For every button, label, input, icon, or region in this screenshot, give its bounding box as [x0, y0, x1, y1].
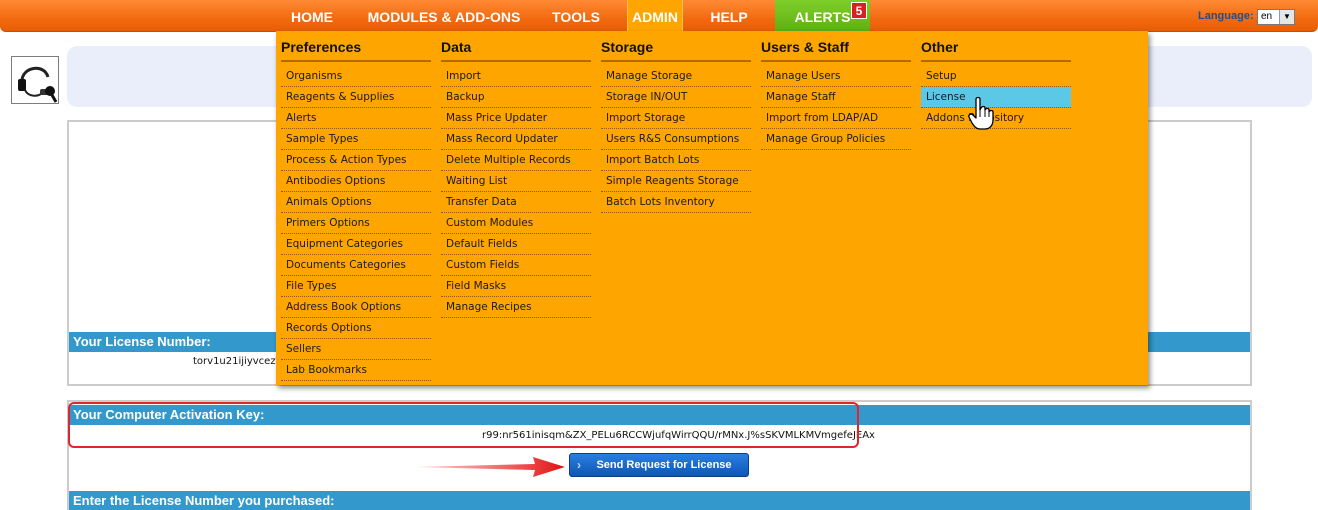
menu-heading-data: Data: [441, 39, 591, 62]
alerts-count-badge: 5: [851, 2, 867, 19]
enter-license-header: Enter the License Number you purchased:: [69, 491, 1250, 510]
top-nav-bar: HOME MODULES & ADD-ONS TOOLS ADMIN HELP …: [0, 0, 1318, 32]
menu-item-delete-multiple-records[interactable]: Delete Multiple Records: [441, 150, 591, 171]
menu-item-mass-price-updater[interactable]: Mass Price Updater: [441, 108, 591, 129]
menu-item-records-options[interactable]: Records Options: [281, 318, 431, 339]
language-select[interactable]: en ▼: [1257, 9, 1295, 25]
menu-item-field-masks[interactable]: Field Masks: [441, 276, 591, 297]
nav-modules-addons[interactable]: MODULES & ADD-ONS: [360, 0, 528, 32]
admin-dropdown-menu: Preferences Organisms Reagents & Supplie…: [276, 31, 1148, 385]
menu-item-custom-fields[interactable]: Custom Fields: [441, 255, 591, 276]
menu-item-manage-storage[interactable]: Manage Storage: [601, 66, 751, 87]
nav-home[interactable]: HOME: [284, 0, 340, 32]
menu-item-addons-repository[interactable]: Addons Repository: [921, 108, 1071, 129]
menu-item-organisms[interactable]: Organisms: [281, 66, 431, 87]
menu-item-setup[interactable]: Setup: [921, 66, 1071, 87]
menu-item-sample-types[interactable]: Sample Types: [281, 129, 431, 150]
nav-tools[interactable]: TOOLS: [546, 0, 606, 32]
hand-pointer-icon: [968, 96, 994, 130]
language-value: en: [1261, 11, 1273, 22]
menu-heading-users-staff: Users & Staff: [761, 39, 911, 62]
logo: [11, 56, 59, 104]
language-label: Language:: [1198, 10, 1254, 22]
license-number-value: torv1u21ijiyvcezV: [193, 356, 283, 367]
menu-item-users-rs-consumptions[interactable]: Users R&S Consumptions: [601, 129, 751, 150]
nav-admin[interactable]: ADMIN: [627, 0, 683, 32]
menu-item-reagents-supplies[interactable]: Reagents & Supplies: [281, 87, 431, 108]
menu-item-manage-staff[interactable]: Manage Staff: [761, 87, 911, 108]
menu-item-lab-bookmarks[interactable]: Lab Bookmarks: [281, 360, 431, 381]
menu-heading-preferences: Preferences: [281, 39, 431, 62]
menu-item-mass-record-updater[interactable]: Mass Record Updater: [441, 129, 591, 150]
menu-heading-storage: Storage: [601, 39, 751, 62]
nav-help[interactable]: HELP: [702, 0, 756, 32]
send-request-button[interactable]: › Send Request for License: [569, 453, 749, 477]
menu-item-manage-users[interactable]: Manage Users: [761, 66, 911, 87]
menu-item-manage-recipes[interactable]: Manage Recipes: [441, 297, 591, 318]
menu-item-custom-modules[interactable]: Custom Modules: [441, 213, 591, 234]
menu-item-simple-reagents-storage[interactable]: Simple Reagents Storage: [601, 171, 751, 192]
menu-item-alerts[interactable]: Alerts: [281, 108, 431, 129]
menu-item-import-ldap-ad[interactable]: Import from LDAP/AD: [761, 108, 911, 129]
menu-item-batch-lots-inventory[interactable]: Batch Lots Inventory: [601, 192, 751, 213]
send-request-label: Send Request for License: [596, 459, 732, 471]
menu-item-primers-options[interactable]: Primers Options: [281, 213, 431, 234]
menu-item-file-types[interactable]: File Types: [281, 276, 431, 297]
menu-item-import[interactable]: Import: [441, 66, 591, 87]
menu-heading-other: Other: [921, 39, 1071, 62]
menu-item-import-batch-lots[interactable]: Import Batch Lots: [601, 150, 751, 171]
menu-item-equipment-categories[interactable]: Equipment Categories: [281, 234, 431, 255]
menu-item-backup[interactable]: Backup: [441, 87, 591, 108]
menu-item-default-fields[interactable]: Default Fields: [441, 234, 591, 255]
menu-item-antibodies-options[interactable]: Antibodies Options: [281, 171, 431, 192]
menu-item-import-storage[interactable]: Import Storage: [601, 108, 751, 129]
menu-item-documents-categories[interactable]: Documents Categories: [281, 255, 431, 276]
menu-item-address-book-options[interactable]: Address Book Options: [281, 297, 431, 318]
menu-item-waiting-list[interactable]: Waiting List: [441, 171, 591, 192]
chevron-right-icon: ›: [577, 458, 581, 472]
red-arrow-annotation: [417, 457, 565, 477]
menu-item-sellers[interactable]: Sellers: [281, 339, 431, 360]
page: { "nav": { "home": "HOME", "modules": "M…: [0, 0, 1318, 510]
activation-key-highlight: [68, 402, 859, 448]
menu-item-storage-in-out[interactable]: Storage IN/OUT: [601, 87, 751, 108]
menu-item-process-action-types[interactable]: Process & Action Types: [281, 150, 431, 171]
menu-item-manage-group-policies[interactable]: Manage Group Policies: [761, 129, 911, 150]
menu-item-animals-options[interactable]: Animals Options: [281, 192, 431, 213]
chevron-down-icon[interactable]: ▼: [1279, 10, 1294, 24]
headset-icon: [12, 57, 58, 103]
menu-item-license[interactable]: License: [921, 87, 1071, 108]
menu-item-transfer-data[interactable]: Transfer Data: [441, 192, 591, 213]
